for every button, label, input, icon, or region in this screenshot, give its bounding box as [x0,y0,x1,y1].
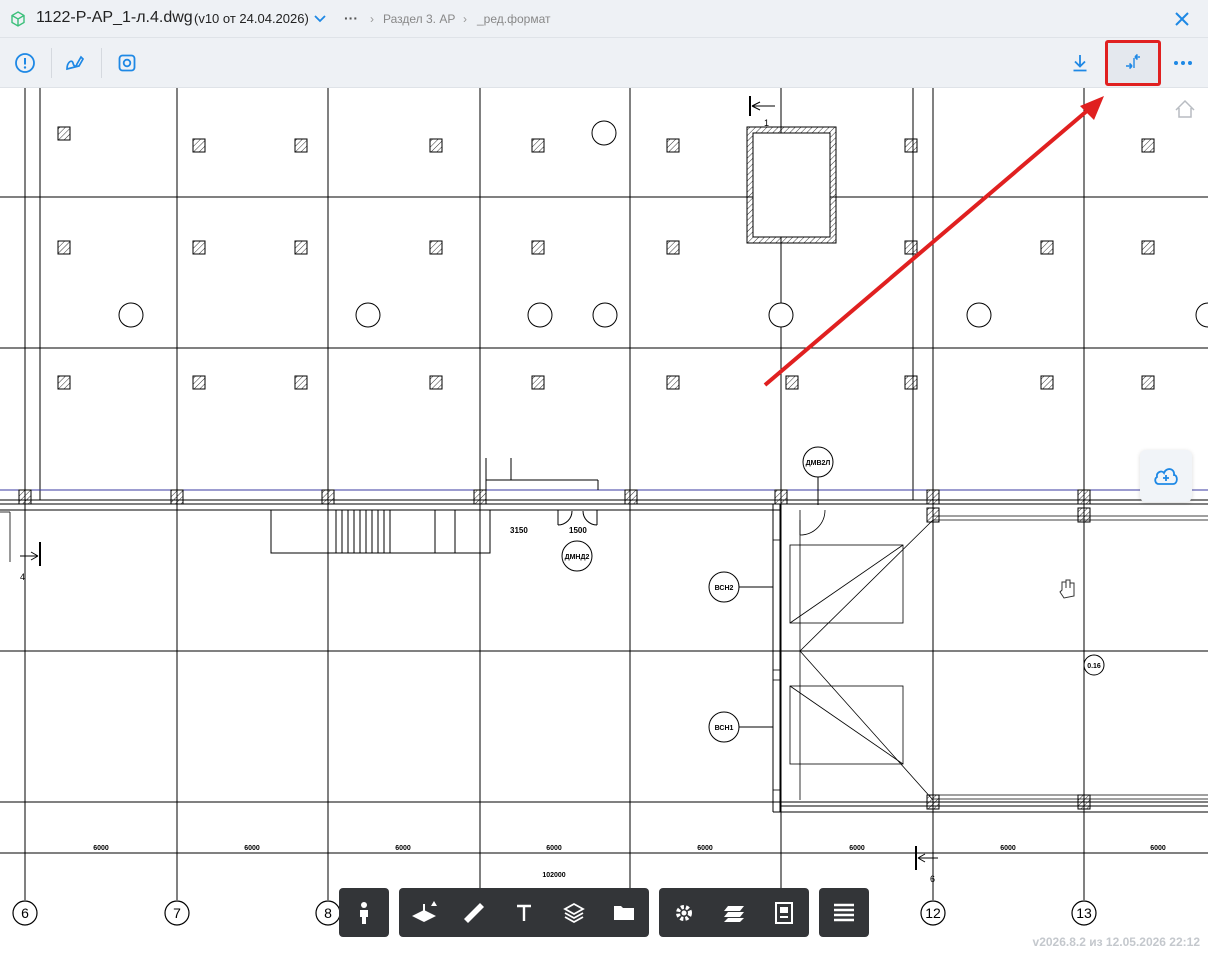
folder-button[interactable] [599,888,649,937]
download-button[interactable] [1063,46,1097,80]
text-button[interactable] [499,888,549,937]
download-icon [1073,55,1087,72]
tag-circles [561,446,1105,743]
folder-icon [614,905,634,920]
version-label: v2026.8.2 из 12.05.2026 22:12 [1032,935,1200,949]
circles [118,120,1208,328]
dim-label: 6000 [244,845,260,852]
more-button[interactable] [1166,46,1200,80]
sheets-icon [724,905,744,922]
dim-total-label: 102000 [542,872,565,879]
dimension-label: 3150 [510,526,528,535]
close-icon[interactable] [1175,12,1189,26]
tag-label: 0.16 [1087,663,1101,670]
markup-icon [66,55,85,71]
dim-label: 6000 [697,845,713,852]
section-mark: 1 [764,118,769,128]
axis-button[interactable] [399,888,449,937]
dim-label: 6000 [1000,845,1016,852]
drawing-canvas[interactable]: 1 3150 1500 4 6 ДМВ2Л ДМНД2 ВСН2 ВСН1 0.… [0,88,1208,953]
hand-cursor-icon [1059,579,1075,599]
text-icon [517,904,531,921]
ruler-button[interactable] [449,888,499,937]
settings-button[interactable] [659,888,709,937]
settings-icon [676,904,692,921]
axis-label: 8 [324,905,332,921]
ruler-icon [464,902,484,923]
compare-button[interactable] [1105,40,1161,86]
axis-icon [412,900,437,922]
stair [270,458,599,554]
list-button[interactable] [819,888,869,937]
markup-button[interactable] [58,46,92,80]
dim-label: 6000 [1150,845,1166,852]
title-bar: 1122-Р-АР_1-л.4.dwg (v10 от 24.04.2026) … [0,0,1208,38]
list-icon [834,903,854,921]
tag-label: ВСН1 [715,725,734,732]
more-icon [1174,61,1192,65]
tool-dock-group-2 [399,888,649,937]
tool-dock-group-1 [339,888,389,937]
tool-dock-group-4 [819,888,869,937]
breadcrumb-item[interactable]: _ред.формат [477,12,550,26]
file-name[interactable]: 1122-Р-АР_1-л.4.dwg [36,9,193,27]
dim-label: 6000 [849,845,865,852]
issues-button[interactable] [8,46,42,80]
sheets-button[interactable] [709,888,759,937]
snapshot-icon [118,54,136,72]
room-outline [0,509,1208,801]
dim-label: 6000 [395,845,411,852]
columns [57,126,1155,390]
snapshot-button[interactable] [110,46,144,80]
dim-label: 6000 [546,845,562,852]
layers-icon [563,902,585,923]
model-cube-icon [11,11,25,27]
section-mark: 6 [930,874,935,884]
properties-button[interactable] [759,888,809,937]
properties-icon [775,901,793,924]
chevron-down-icon[interactable] [314,14,326,24]
tag-label: ДМНД2 [565,554,590,561]
axis-label: 6 [21,905,29,921]
section-mark: 4 [20,572,25,582]
breadcrumb-separator: › [463,12,467,26]
tool-dock-group-3 [659,888,809,937]
compare-icon [1126,53,1140,70]
breadcrumb-item[interactable]: Раздел 3. АР [383,12,455,26]
axis-label: 7 [173,905,181,921]
toolbar-divider [101,48,102,78]
axis-label: 13 [1076,905,1092,921]
upload-button[interactable] [1140,450,1192,502]
wall-columns [18,489,1091,810]
tag-label: ВСН2 [715,585,734,592]
cloud-upload-icon [1154,468,1178,485]
person-button[interactable] [339,888,389,937]
warning-icon [15,53,35,73]
home-icon[interactable] [1175,99,1195,118]
toolbar-divider [51,48,52,78]
shaft [746,96,837,244]
toolbar [0,38,1208,88]
axis-label: 12 [925,905,941,921]
breadcrumb-separator: › [370,12,374,26]
dimension-label: 1500 [569,526,587,535]
tag-label: ДМВ2Л [806,460,831,467]
layers-button[interactable] [549,888,599,937]
file-version[interactable]: (v10 от 24.04.2026) [194,11,309,26]
person-icon [360,901,368,924]
dim-label: 6000 [93,845,109,852]
breadcrumb-more[interactable]: ··· [344,10,358,26]
